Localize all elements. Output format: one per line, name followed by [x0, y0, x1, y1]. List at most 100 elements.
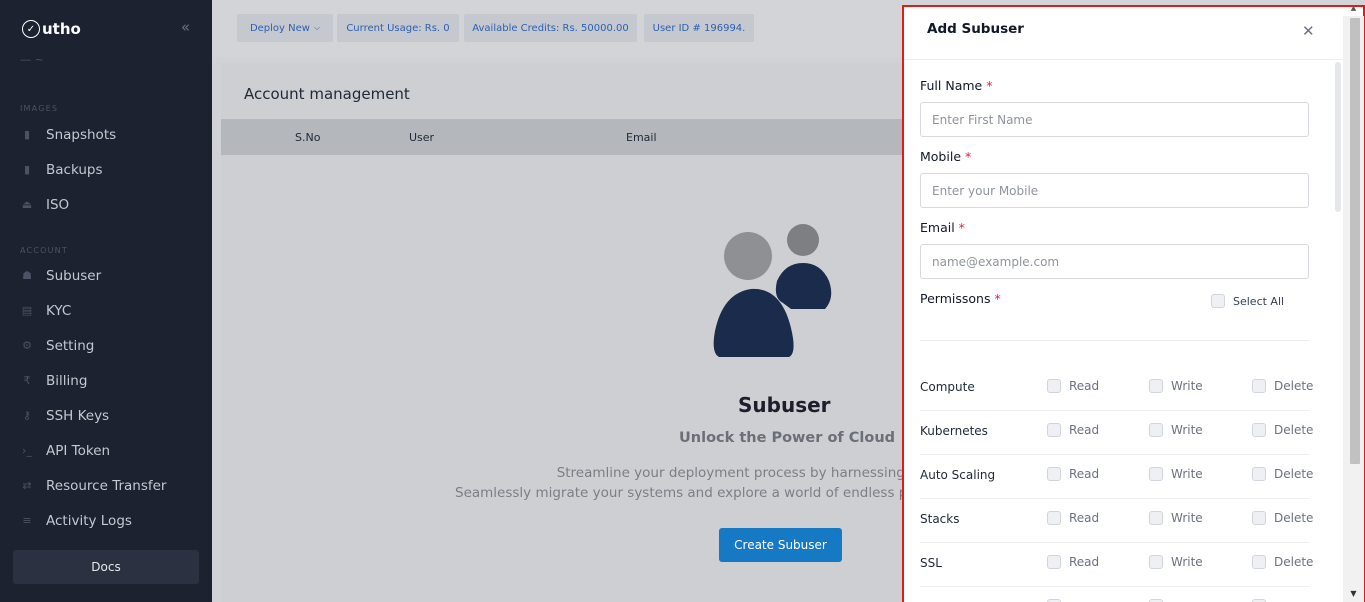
- rupee-icon: ₹: [23, 374, 31, 387]
- permissions-label: Permissons *: [920, 291, 1001, 306]
- checkbox-box: [1047, 555, 1061, 569]
- deploy-new-dropdown[interactable]: Deploy New ⌵: [237, 14, 333, 42]
- write-checkbox[interactable]: Write: [1149, 511, 1203, 525]
- full-name-input[interactable]: [920, 102, 1309, 137]
- transfer-icon: ⇄: [22, 479, 32, 492]
- section-account: ACCOUNT: [20, 246, 68, 255]
- docs-button[interactable]: Docs: [13, 550, 199, 584]
- checkbox-label: Write: [1171, 467, 1203, 481]
- drawer-title: Add Subuser: [927, 21, 1024, 37]
- checkbox-label: Read: [1069, 555, 1100, 569]
- drawer-scrollbar-thumb[interactable]: [1335, 62, 1341, 212]
- delete-checkbox[interactable]: Delete: [1252, 511, 1313, 525]
- checkbox-label: Delete: [1274, 511, 1314, 525]
- write-checkbox[interactable]: Write: [1149, 555, 1203, 569]
- create-subuser-button[interactable]: Create Subuser: [719, 528, 842, 562]
- deploy-new-label: Deploy New: [249, 22, 310, 34]
- checkbox-box: [1047, 379, 1061, 393]
- checkbox-box: [1252, 511, 1266, 525]
- empty-desc-line-1: Streamline your deployment process by ha…: [556, 465, 932, 481]
- checkbox-box: [1047, 423, 1061, 437]
- checkbox-label: Delete: [1274, 467, 1314, 481]
- required-mark: *: [958, 220, 965, 235]
- scroll-down-arrow-icon[interactable]: ▼: [1343, 589, 1364, 598]
- drawer-header: Add Subuser ✕: [904, 7, 1363, 60]
- sidebar-item-label: ISO: [46, 196, 70, 213]
- sidebar-item-api-token[interactable]: ›_ API Token: [0, 433, 212, 468]
- page-scrollbar-thumb[interactable]: [1350, 18, 1360, 464]
- sidebar-item-subuser[interactable]: ☗ Subuser: [0, 258, 212, 293]
- checkbox-box: [1149, 467, 1163, 481]
- sidebar: ✓ utho « — ~ IMAGES ▮ Snapshots ▮ Backup…: [0, 0, 212, 602]
- scroll-up-arrow-icon[interactable]: ▲: [1343, 4, 1364, 12]
- write-checkbox[interactable]: Write: [1149, 423, 1203, 437]
- read-checkbox[interactable]: Read: [1047, 423, 1099, 437]
- user-id-chip: User ID # 196994.: [644, 14, 754, 42]
- checkbox-box: [1047, 467, 1061, 481]
- drawer-scrollbar[interactable]: [1334, 62, 1342, 602]
- delete-checkbox[interactable]: Delete: [1252, 555, 1313, 569]
- column-email: Email: [626, 131, 657, 144]
- disc-icon: ⏏: [21, 198, 33, 211]
- read-checkbox[interactable]: Read: [1047, 511, 1099, 525]
- checkbox-label: Delete: [1274, 379, 1314, 393]
- read-checkbox[interactable]: Read: [1047, 467, 1099, 481]
- checkbox-label: Read: [1069, 511, 1100, 525]
- sidebar-item-activity-logs[interactable]: ≡ Activity Logs: [0, 503, 212, 529]
- select-all-checkbox[interactable]: Select All: [1211, 294, 1284, 308]
- subuser-illustration-icon: [713, 224, 832, 357]
- close-icon[interactable]: ✕: [1302, 22, 1315, 40]
- checkbox-box: [1252, 555, 1266, 569]
- sidebar-item-label: SSH Keys: [46, 407, 110, 424]
- column-user: User: [409, 131, 435, 144]
- sidebar-item-backups[interactable]: ▮ Backups: [0, 152, 212, 187]
- brand-name: utho: [42, 20, 81, 38]
- permission-name: Kubernetes: [920, 424, 988, 438]
- section-images: IMAGES: [20, 104, 59, 113]
- read-checkbox[interactable]: Read: [1047, 379, 1099, 393]
- logs-icon: ≡: [22, 514, 32, 527]
- checkbox-box: [1149, 379, 1163, 393]
- delete-checkbox[interactable]: Delete: [1252, 467, 1313, 481]
- mobile-input[interactable]: [920, 173, 1309, 208]
- utho-logo-icon: ✓: [22, 20, 40, 38]
- write-checkbox[interactable]: Write: [1149, 379, 1203, 393]
- sidebar-item-resource-transfer[interactable]: ⇄ Resource Transfer: [0, 468, 212, 503]
- sidebar-item-iso[interactable]: ⏏ ISO: [0, 187, 212, 222]
- read-checkbox[interactable]: Read: [1047, 555, 1099, 569]
- id-card-icon: ▤: [21, 304, 33, 317]
- email-input[interactable]: [920, 244, 1309, 279]
- sidebar-item-kyc[interactable]: ▤ KYC: [0, 293, 212, 328]
- terminal-icon: ›_: [22, 444, 32, 457]
- write-checkbox[interactable]: Write: [1149, 467, 1203, 481]
- sidebar-item-label: Snapshots: [46, 126, 117, 143]
- sidebar-item-label: API Token: [46, 442, 111, 459]
- account-nav: ☗ Subuser ▤ KYC ⚙ Setting ₹ Billing ⚷ SS…: [0, 258, 212, 529]
- sidebar-item-label: Resource Transfer: [46, 477, 167, 494]
- sidebar-item-label: Setting: [46, 337, 95, 354]
- mobile-label-text: Mobile: [920, 149, 962, 164]
- sidebar-item-ssh-keys[interactable]: ⚷ SSH Keys: [0, 398, 212, 433]
- sidebar-item-setting[interactable]: ⚙ Setting: [0, 328, 212, 363]
- sidebar-item-label: KYC: [46, 302, 72, 319]
- key-icon: ⚷: [22, 409, 32, 422]
- permission-row: Kubernetes Read Write Delete: [920, 411, 1313, 455]
- checkbox-label: Delete: [1274, 423, 1314, 437]
- full-name-label: Full Name *: [920, 78, 992, 93]
- page-scrollbar[interactable]: ▲ ▼: [1343, 4, 1364, 602]
- backup-icon: ▮: [23, 163, 31, 176]
- cut-off-item: — ~: [20, 58, 44, 66]
- required-mark: *: [965, 149, 972, 164]
- collapse-sidebar-icon[interactable]: «: [181, 18, 190, 36]
- delete-checkbox[interactable]: Delete: [1252, 379, 1313, 393]
- sidebar-item-snapshots[interactable]: ▮ Snapshots: [0, 117, 212, 152]
- checkbox-label: Write: [1171, 555, 1203, 569]
- sidebar-item-billing[interactable]: ₹ Billing: [0, 363, 212, 398]
- delete-checkbox[interactable]: Delete: [1252, 423, 1313, 437]
- checkbox-box: [1211, 294, 1225, 308]
- checkbox-label: Write: [1171, 423, 1203, 437]
- available-credits-chip: Available Credits: Rs. 50000.00: [464, 14, 637, 42]
- gear-icon: ⚙: [22, 339, 32, 352]
- checkbox-label: Read: [1069, 467, 1100, 481]
- mobile-label: Mobile *: [920, 149, 971, 164]
